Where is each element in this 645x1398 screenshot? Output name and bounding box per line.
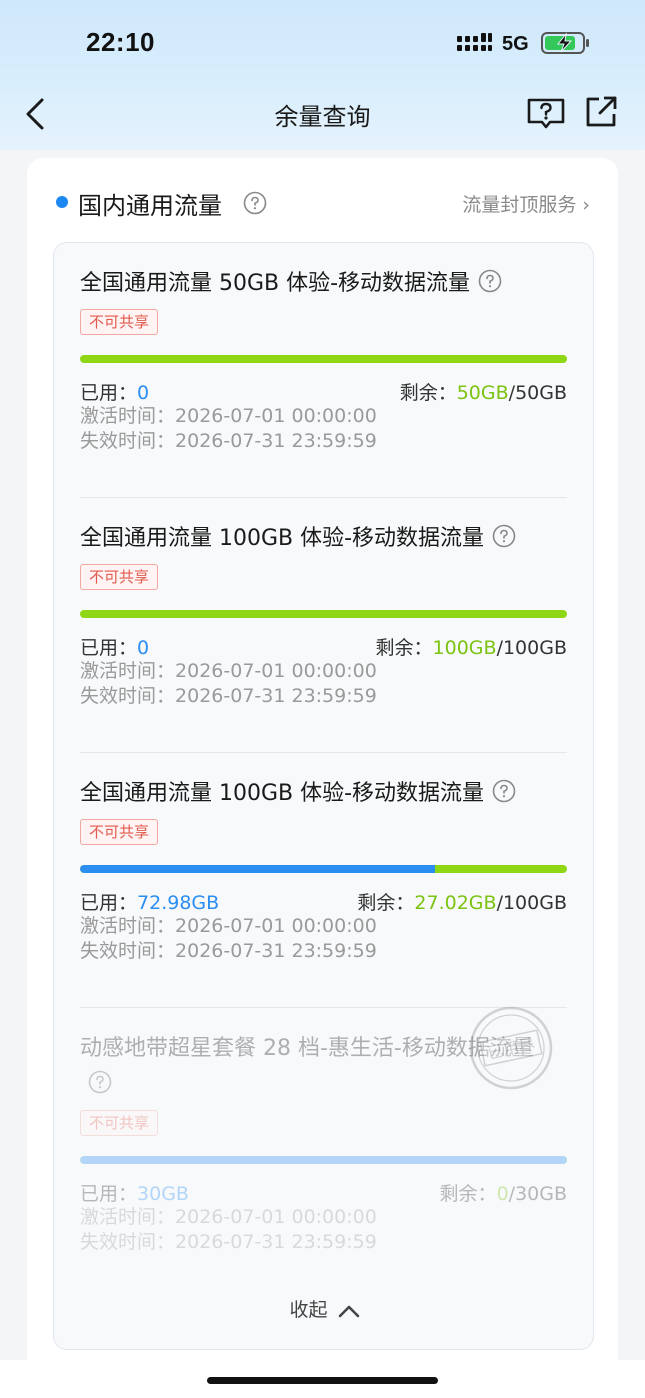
- activation-value: 2026-07-01 00:00:00: [175, 915, 377, 937]
- remaining-label: 剩余：: [439, 1183, 497, 1205]
- collapse-label: 收起: [289, 1299, 328, 1321]
- remaining-value: 100GB: [432, 637, 497, 659]
- expiry-time: 失效时间：2026-07-31 23:59:59: [80, 429, 567, 454]
- package-item: 全国通用流量 50GB 体验-移动数据流量 不可共享 已用：0 剩余：50GB/…: [80, 269, 567, 454]
- divider: [80, 497, 567, 498]
- total-value: 30GB: [515, 1183, 567, 1205]
- usage-progress-bar: [80, 1156, 567, 1164]
- home-indicator[interactable]: [207, 1377, 438, 1384]
- usage-progress-used: [80, 1156, 567, 1164]
- section-title: 国内通用流量: [78, 192, 222, 220]
- package-name: 全国通用流量 100GB 体验-移动数据流量: [80, 524, 567, 554]
- remaining-value: 27.02GB: [414, 892, 497, 914]
- question-circle-icon[interactable]: [88, 1070, 112, 1094]
- used-label: 已用：: [80, 892, 138, 914]
- share-out-icon: [586, 96, 617, 127]
- used-value: 72.98GB: [137, 892, 220, 914]
- package-name-text: 动感地带超星套餐 28 档-惠生活-移动数据流量: [80, 1036, 534, 1061]
- used-label: 已用：: [80, 637, 138, 659]
- total-value: 100GB: [502, 637, 567, 659]
- usage-progress-bar: [80, 355, 567, 363]
- package-name-text: 全国通用流量 100GB 体验-移动数据流量: [80, 526, 485, 551]
- expiry-value: 2026-07-31 23:59:59: [175, 685, 377, 707]
- package-item: 全国通用流量 100GB 体验-移动数据流量 不可共享 已用：0 剩余：100G…: [80, 524, 567, 709]
- activation-value: 2026-07-01 00:00:00: [175, 660, 377, 682]
- collapse-button[interactable]: 收起: [54, 1295, 595, 1322]
- used-label: 已用：: [80, 1183, 138, 1205]
- section-header: 国内通用流量 流量封顶服务 ›: [27, 158, 618, 242]
- usage-progress-used: [80, 865, 436, 873]
- used-value: 0: [137, 637, 150, 659]
- exhausted-stamp: 已用尽: [469, 1006, 553, 1090]
- activation-label: 激活时间：: [80, 1206, 176, 1228]
- expiry-value: 2026-07-31 23:59:59: [175, 940, 377, 962]
- activation-label: 激活时间：: [80, 405, 176, 427]
- remaining-label: 剩余：: [357, 892, 415, 914]
- activation-time: 激活时间：2026-07-01 00:00:00: [80, 1205, 567, 1230]
- expiry-label: 失效时间：: [80, 940, 176, 962]
- activation-time: 激活时间：2026-07-01 00:00:00: [80, 659, 567, 684]
- not-shareable-badge: 不可共享: [80, 819, 159, 845]
- question-circle-icon[interactable]: [478, 269, 502, 293]
- status-time: 22:10: [86, 27, 155, 57]
- package-name: 全国通用流量 100GB 体验-移动数据流量: [80, 779, 567, 809]
- not-shareable-badge: 不可共享: [80, 564, 159, 590]
- usage-row: 已用：72.98GB 剩余：27.02GB/100GB: [80, 888, 567, 914]
- question-circle-icon[interactable]: [492, 524, 516, 548]
- activation-time: 激活时间：2026-07-01 00:00:00: [80, 404, 567, 429]
- data-cap-service-link[interactable]: 流量封顶服务 ›: [462, 190, 590, 217]
- usage-row: 已用：0 剩余：50GB/50GB: [80, 378, 567, 404]
- expiry-label: 失效时间：: [80, 685, 176, 707]
- chevron-up-icon: [338, 1305, 359, 1318]
- used-value: 0: [137, 382, 150, 404]
- used-label: 已用：: [80, 382, 138, 404]
- total-value: 100GB: [502, 892, 567, 914]
- divider: [80, 752, 567, 753]
- cap-link-label: 流量封顶服务: [462, 194, 577, 216]
- expiry-label: 失效时间：: [80, 430, 176, 452]
- expiry-label: 失效时间：: [80, 1231, 176, 1253]
- not-shareable-badge: 不可共享: [80, 309, 159, 335]
- help-button[interactable]: [526, 96, 566, 130]
- network-type: 5G: [502, 33, 529, 55]
- data-balance-card: 国内通用流量 流量封顶服务 › 全国通用流量 50GB 体验-移动数据流量 不可共…: [27, 158, 618, 1378]
- battery-charging-icon: [541, 32, 589, 54]
- total-value: 50GB: [515, 382, 567, 404]
- used-value: 30GB: [137, 1183, 189, 1205]
- activation-value: 2026-07-01 00:00:00: [175, 1206, 377, 1228]
- activation-time: 激活时间：2026-07-01 00:00:00: [80, 914, 567, 939]
- usage-progress-bar: [80, 610, 567, 618]
- remaining-label: 剩余：: [375, 637, 433, 659]
- remaining-value: 0: [496, 1183, 509, 1205]
- expiry-time: 失效时间：2026-07-31 23:59:59: [80, 1230, 567, 1255]
- expiry-time: 失效时间：2026-07-31 23:59:59: [80, 939, 567, 964]
- package-list: 全国通用流量 50GB 体验-移动数据流量 不可共享 已用：0 剩余：50GB/…: [53, 242, 594, 1350]
- signal-icon: [457, 33, 492, 51]
- activation-label: 激活时间：: [80, 915, 176, 937]
- remaining-label: 剩余：: [399, 382, 457, 404]
- usage-progress-bar: [80, 865, 567, 873]
- status-bar: 22:10 5G: [0, 0, 645, 88]
- expiry-value: 2026-07-31 23:59:59: [175, 430, 377, 452]
- chevron-right-icon: ›: [582, 194, 590, 216]
- activation-value: 2026-07-01 00:00:00: [175, 405, 377, 427]
- question-book-icon: [527, 98, 565, 129]
- question-circle-icon[interactable]: [243, 191, 267, 215]
- expiry-time: 失效时间：2026-07-31 23:59:59: [80, 684, 567, 709]
- usage-row: 已用：0 剩余：100GB/100GB: [80, 633, 567, 659]
- not-shareable-badge: 不可共享: [80, 1110, 159, 1136]
- activation-label: 激活时间：: [80, 660, 176, 682]
- remaining-value: 50GB: [456, 382, 509, 404]
- package-name-text: 全国通用流量 100GB 体验-移动数据流量: [80, 781, 485, 806]
- usage-row: 已用：30GB 剩余：0/30GB: [80, 1179, 567, 1205]
- question-circle-icon[interactable]: [492, 779, 516, 803]
- package-item: 全国通用流量 100GB 体验-移动数据流量 不可共享 已用：72.98GB 剩…: [80, 779, 567, 964]
- package-name-text: 全国通用流量 50GB 体验-移动数据流量: [80, 271, 471, 296]
- expiry-value: 2026-07-31 23:59:59: [175, 1231, 377, 1253]
- section-dot: [56, 196, 68, 208]
- share-button[interactable]: [583, 94, 619, 130]
- package-name: 全国通用流量 50GB 体验-移动数据流量: [80, 269, 567, 299]
- nav-bar: 余量查询: [0, 88, 645, 144]
